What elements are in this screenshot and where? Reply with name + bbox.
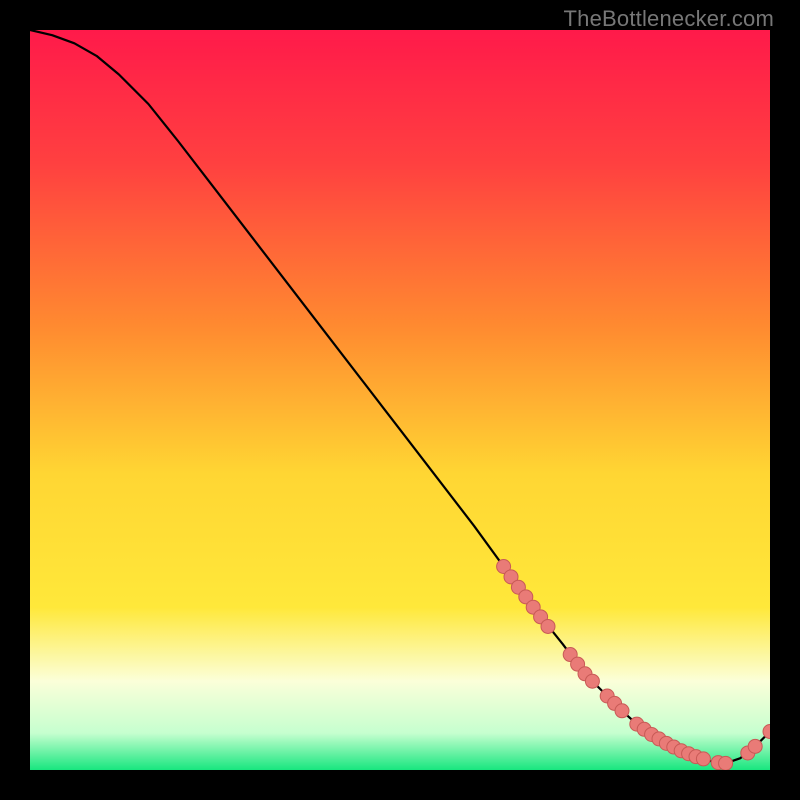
gradient-background: [30, 30, 770, 770]
data-marker: [541, 619, 555, 633]
chart-stage: TheBottlenecker.com: [0, 0, 800, 800]
data-marker: [748, 739, 762, 753]
data-marker: [615, 704, 629, 718]
data-marker: [719, 756, 733, 770]
chart-svg: [30, 30, 770, 770]
data-marker: [585, 674, 599, 688]
data-marker: [696, 752, 710, 766]
plot-area: [30, 30, 770, 770]
watermark-text: TheBottlenecker.com: [564, 6, 774, 32]
